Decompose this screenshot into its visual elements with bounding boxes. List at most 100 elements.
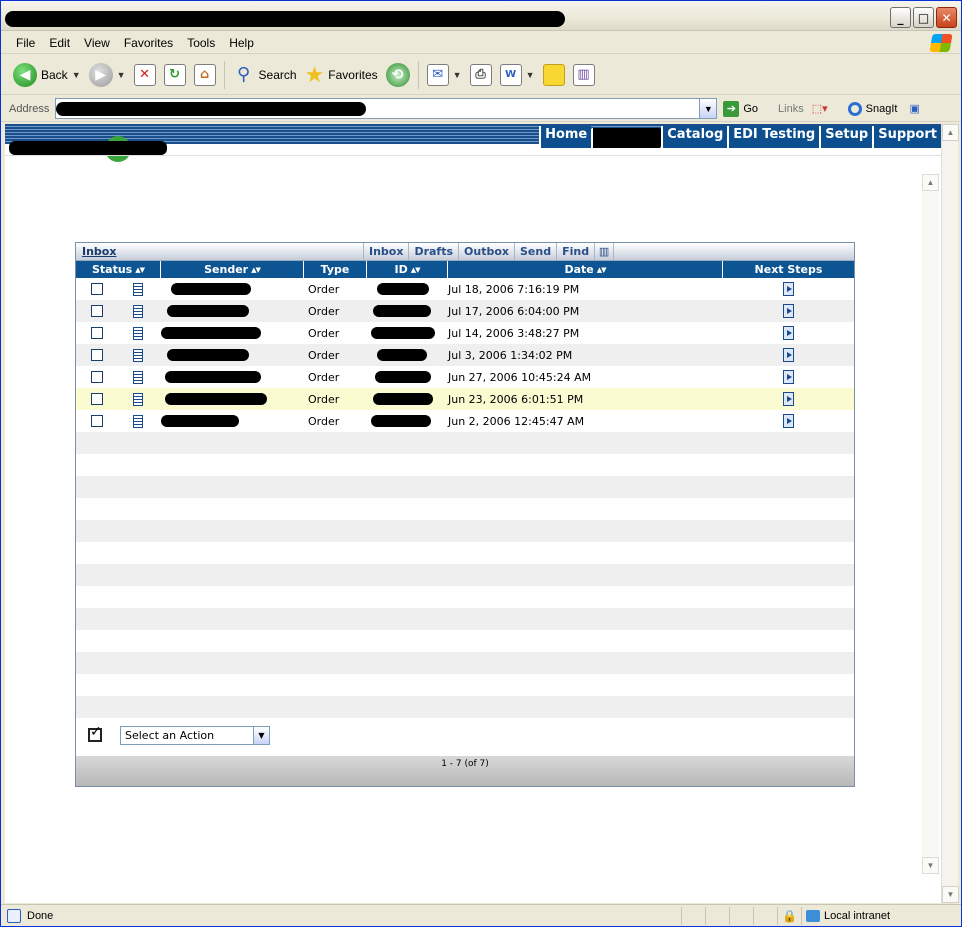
column-headers: Status ▲▼ Sender ▲▼ Type ID ▲▼ Date ▲▼ N… <box>76 261 854 278</box>
mail-dropdown-icon[interactable]: ▼ <box>453 70 462 80</box>
select-all-checkbox[interactable] <box>88 724 102 742</box>
sort-icon[interactable]: ▲▼ <box>135 266 145 274</box>
nav-edi-testing[interactable]: EDI Testing <box>727 126 820 148</box>
zone-label: Local intranet <box>824 909 891 922</box>
col-date[interactable]: Date ▲▼ <box>448 261 723 278</box>
discuss-button[interactable] <box>539 59 569 91</box>
security-zone[interactable]: Local intranet <box>801 906 961 925</box>
edit-dropdown-icon[interactable]: ▼ <box>526 70 535 80</box>
col-status[interactable]: Status ▲▼ <box>76 261 161 278</box>
scroll-up-icon[interactable]: ▲ <box>942 124 959 141</box>
address-dropdown-icon[interactable]: ▼ <box>699 99 717 118</box>
research-button[interactable]: ▥ <box>569 59 599 91</box>
menu-favorites[interactable]: Favorites <box>117 36 180 50</box>
minimize-button[interactable]: _ <box>890 7 911 28</box>
col-type[interactable]: Type <box>304 261 367 278</box>
document-icon[interactable] <box>133 370 143 384</box>
col-sender[interactable]: Sender ▲▼ <box>161 261 304 278</box>
tab-drafts[interactable]: Drafts <box>408 243 458 260</box>
document-icon[interactable] <box>133 304 143 318</box>
nav-home[interactable]: Home <box>539 126 592 148</box>
table-row[interactable]: Order Jul 3, 2006 1:34:02 PM <box>76 344 854 366</box>
action-select[interactable]: Select an Action ▼ <box>120 725 270 745</box>
next-steps-icon[interactable] <box>783 370 794 384</box>
row-checkbox[interactable] <box>91 305 103 317</box>
document-icon[interactable] <box>133 282 143 296</box>
forward-dropdown-icon[interactable]: ▼ <box>117 70 126 80</box>
menu-edit[interactable]: Edit <box>42 36 77 50</box>
favorites-button[interactable]: ★ Favorites <box>301 59 382 91</box>
document-icon[interactable] <box>133 414 143 428</box>
menu-help[interactable]: Help <box>222 36 261 50</box>
next-steps-icon[interactable] <box>783 326 794 340</box>
menu-file[interactable]: File <box>9 36 42 50</box>
col-id[interactable]: ID ▲▼ <box>367 261 448 278</box>
sort-icon[interactable]: ▲▼ <box>597 266 607 274</box>
go-button[interactable]: ➔ Go <box>723 100 758 117</box>
row-checkbox[interactable] <box>91 327 103 339</box>
print-button[interactable]: ⎙ <box>466 59 496 91</box>
table-row[interactable]: Order Jun 2, 2006 12:45:47 AM <box>76 410 854 432</box>
close-button[interactable]: ✕ <box>936 7 957 28</box>
snagit-button[interactable]: SnagIt ▣ <box>847 101 920 116</box>
page-scrollbar[interactable]: ▲ ▼ <box>941 124 959 903</box>
menu-view[interactable]: View <box>77 36 117 50</box>
scroll-down-icon[interactable]: ▼ <box>922 857 939 874</box>
tab-inbox[interactable]: Inbox <box>363 243 408 260</box>
status-pane <box>705 906 729 925</box>
next-steps-icon[interactable] <box>783 348 794 362</box>
status-bar: Done 🔒 Local intranet <box>1 904 961 926</box>
row-checkbox[interactable] <box>91 371 103 383</box>
document-icon[interactable] <box>133 326 143 340</box>
table-row[interactable]: Order Jul 17, 2006 6:04:00 PM <box>76 300 854 322</box>
next-steps-icon[interactable] <box>783 392 794 406</box>
nav-redacted-item[interactable] <box>591 128 662 148</box>
acrobat-icon[interactable]: ⬚▾ <box>812 102 828 115</box>
chevron-down-icon[interactable]: ▼ <box>253 726 269 744</box>
row-checkbox[interactable] <box>91 283 103 295</box>
next-steps-icon[interactable] <box>783 414 794 428</box>
row-checkbox[interactable] <box>91 349 103 361</box>
address-book-icon[interactable]: ▥ <box>594 243 615 260</box>
forward-button[interactable]: ▶ ▼ <box>85 59 130 91</box>
back-button[interactable]: ◀ Back ▼ <box>9 59 85 91</box>
stop-button[interactable]: ✕ <box>130 59 160 91</box>
back-dropdown-icon[interactable]: ▼ <box>72 70 81 80</box>
nav-support[interactable]: Support <box>872 126 941 148</box>
nav-catalog[interactable]: Catalog <box>661 126 728 148</box>
forward-arrow-icon: ▶ <box>88 62 113 87</box>
tab-find[interactable]: Find <box>556 243 594 260</box>
tab-outbox[interactable]: Outbox <box>458 243 514 260</box>
home-button[interactable]: ⌂ <box>190 59 220 91</box>
tab-send[interactable]: Send <box>514 243 556 260</box>
history-button[interactable]: ⟲ <box>382 59 414 91</box>
maximize-button[interactable]: □ <box>913 7 934 28</box>
scroll-up-icon[interactable]: ▲ <box>922 174 939 191</box>
table-row[interactable]: Order Jul 14, 2006 3:48:27 PM <box>76 322 854 344</box>
snagit-capture-icon[interactable]: ▣ <box>909 102 919 115</box>
links-toolbar[interactable]: Links <box>778 103 804 115</box>
search-button[interactable]: ⚲ Search <box>229 59 301 91</box>
row-checkbox[interactable] <box>91 393 103 405</box>
next-steps-icon[interactable] <box>783 282 794 296</box>
sort-icon[interactable]: ▲▼ <box>251 266 261 274</box>
address-input[interactable]: ▼ <box>55 98 718 119</box>
nav-setup[interactable]: Setup <box>819 126 873 148</box>
inner-scrollbar[interactable]: ▲ ▼ <box>922 174 939 874</box>
table-row[interactable]: Order Jul 18, 2006 7:16:19 PM <box>76 278 854 300</box>
edit-button[interactable]: W ▼ <box>496 59 539 91</box>
mail-button[interactable]: ✉ ▼ <box>423 59 466 91</box>
next-steps-icon[interactable] <box>783 304 794 318</box>
refresh-button[interactable]: ↻ <box>160 59 190 91</box>
table-row[interactable]: Order Jun 27, 2006 10:45:24 AM <box>76 366 854 388</box>
menu-tools[interactable]: Tools <box>180 36 222 50</box>
row-checkbox[interactable] <box>91 415 103 427</box>
table-row[interactable]: Order Jun 23, 2006 6:01:51 PM <box>76 388 854 410</box>
scroll-down-icon[interactable]: ▼ <box>942 886 959 903</box>
toolbar-separator <box>417 60 419 89</box>
document-icon[interactable] <box>133 392 143 406</box>
document-icon[interactable] <box>133 348 143 362</box>
sort-icon[interactable]: ▲▼ <box>411 266 421 274</box>
back-arrow-icon: ◀ <box>13 62 37 87</box>
lock-icon: 🔒 <box>777 906 801 925</box>
